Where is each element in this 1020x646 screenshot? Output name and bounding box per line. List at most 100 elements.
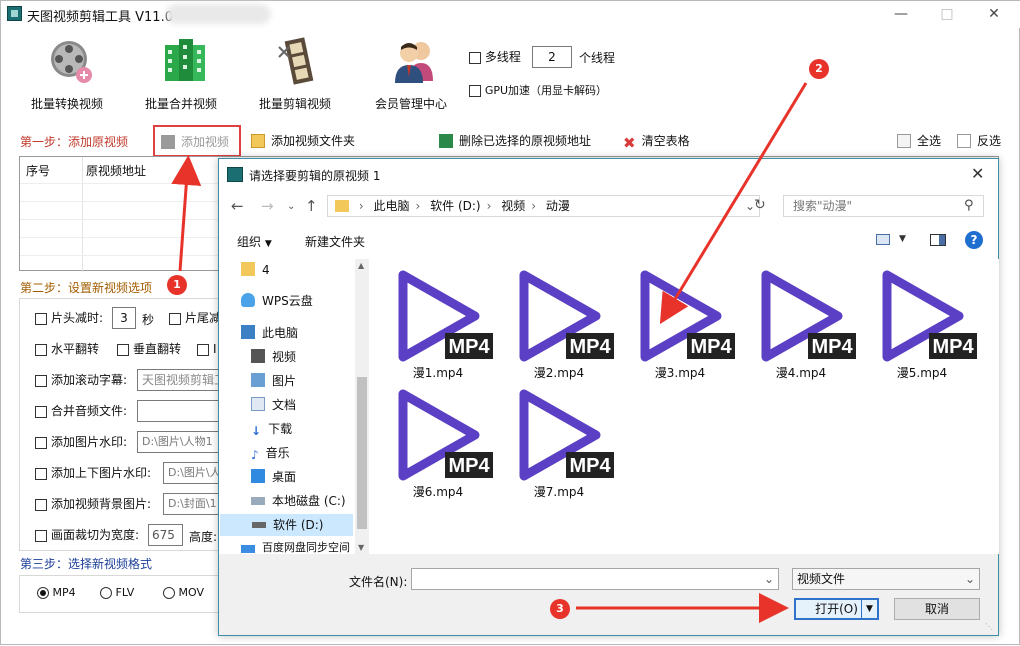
close-button[interactable]: ✕ xyxy=(974,3,1014,25)
subtitle-option[interactable]: 添加滚动字幕: xyxy=(35,369,127,391)
trim-tail-checkbox[interactable] xyxy=(169,312,181,325)
subtitle-input[interactable]: 天图视频剪辑工 xyxy=(137,369,219,391)
file-item[interactable]: MP4 漫5.mp4 xyxy=(867,261,977,380)
breadcrumb-item[interactable]: 软件 (D:) xyxy=(430,199,480,213)
thread-count-input[interactable]: 2 xyxy=(532,46,572,68)
help-icon[interactable]: ? xyxy=(965,231,983,249)
image-watermark-input[interactable]: D:\图片\人物1 xyxy=(137,431,219,453)
file-item[interactable]: MP4 漫4.mp4 xyxy=(746,261,856,380)
file-item[interactable]: MP4 漫3.mp4 xyxy=(625,261,735,380)
trim-head-checkbox[interactable] xyxy=(35,312,47,325)
view-mode-icon[interactable] xyxy=(876,234,890,245)
open-button[interactable]: 打开(O) ▼ xyxy=(794,598,879,620)
nav-item-desktop[interactable]: 桌面 xyxy=(251,466,296,488)
trim-head-input[interactable]: 3 xyxy=(112,307,136,329)
new-folder-button[interactable]: 新建文件夹 xyxy=(305,233,365,250)
topbottom-watermark-checkbox[interactable] xyxy=(35,467,47,480)
crop-option[interactable]: 画面裁切为宽度: xyxy=(35,524,139,546)
subtitle-checkbox[interactable] xyxy=(35,374,47,387)
trim-head-option[interactable]: 片头减时: xyxy=(35,307,103,329)
preview-pane-icon[interactable] xyxy=(930,234,946,246)
third-checkbox[interactable] xyxy=(197,343,209,356)
scroll-up-icon[interactable]: ▲ xyxy=(358,261,364,270)
topbottom-watermark-input[interactable]: D:\图片\人 xyxy=(163,462,219,484)
batch-edit-button[interactable]: 批量剪辑视频 xyxy=(245,37,345,115)
add-folder-button[interactable]: 添加视频文件夹 xyxy=(251,131,355,151)
view-dropdown-icon[interactable]: ▼ xyxy=(899,234,906,244)
clear-table-button[interactable]: ✖ 清空表格 xyxy=(623,131,690,151)
file-item[interactable]: MP4 漫6.mp4 xyxy=(383,380,493,499)
nav-scrollbar[interactable]: ▲ ▼ xyxy=(355,259,369,554)
back-arrow-icon[interactable]: ← xyxy=(231,197,244,215)
file-item[interactable]: MP4 漫7.mp4 xyxy=(504,380,614,499)
member-center-button[interactable]: 会员管理中心 xyxy=(361,37,461,115)
recent-chevron-icon[interactable]: ⌄ xyxy=(287,201,295,212)
format-flv-option[interactable]: FLV xyxy=(100,586,134,599)
cancel-button[interactable]: 取消 xyxy=(894,598,980,620)
dialog-close-button[interactable]: ✕ xyxy=(971,164,984,183)
nav-item-pictures[interactable]: 图片 xyxy=(251,370,296,392)
multithread-checkbox[interactable] xyxy=(469,51,481,64)
batch-merge-button[interactable]: 批量合并视频 xyxy=(131,37,231,115)
nav-item-wps-cloud[interactable]: WPS云盘 xyxy=(241,290,313,312)
merge-audio-input[interactable] xyxy=(137,400,219,422)
format-mov-option[interactable]: MOV xyxy=(163,586,204,599)
refresh-icon[interactable]: ↻ xyxy=(754,197,766,213)
crop-width-input[interactable]: 675 xyxy=(148,524,183,546)
gpu-checkbox[interactable] xyxy=(469,84,481,97)
merge-audio-option[interactable]: 合并音频文件: xyxy=(35,400,127,422)
bg-image-checkbox[interactable] xyxy=(35,498,47,511)
format-mp4-option[interactable]: MP4 xyxy=(37,586,76,599)
nav-item-folder-4[interactable]: 4 xyxy=(241,259,270,281)
multithread-option[interactable]: 多线程 xyxy=(469,47,521,67)
address-bar[interactable]: › 此电脑 › 软件 (D:) › 视频 › 动漫 ⌄ xyxy=(327,195,760,217)
bg-image-input[interactable]: D:\封面\1 xyxy=(163,493,219,515)
third-option[interactable]: I xyxy=(197,338,217,360)
search-input[interactable]: 搜索"动漫" xyxy=(783,195,984,217)
nav-item-documents[interactable]: 文档 xyxy=(251,394,296,416)
resize-grip-icon[interactable]: ⋱ xyxy=(985,622,993,631)
scroll-thumb[interactable] xyxy=(357,377,367,529)
merge-audio-checkbox[interactable] xyxy=(35,405,47,418)
nav-item-drive-c[interactable]: 本地磁盘 (C:) xyxy=(251,490,346,512)
add-video-button[interactable]: 添加视频 xyxy=(153,125,241,157)
image-watermark-option[interactable]: 添加图片水印: xyxy=(35,431,127,453)
invert-select-button[interactable]: 反选 xyxy=(957,131,1001,151)
filename-dropdown-icon[interactable]: ⌄ xyxy=(764,569,774,589)
format-mp4-radio[interactable] xyxy=(37,587,49,599)
breadcrumb-item[interactable]: 动漫 xyxy=(546,199,570,213)
breadcrumb-item[interactable]: 视频 xyxy=(501,199,525,213)
bg-image-option[interactable]: 添加视频背景图片: xyxy=(35,493,151,515)
nav-item-downloads[interactable]: ↓ 下载 xyxy=(251,418,292,440)
nav-item-this-pc[interactable]: 此电脑 xyxy=(241,322,298,344)
up-arrow-icon[interactable]: ↑ xyxy=(305,197,318,215)
select-all-button[interactable]: 全选 xyxy=(897,131,941,151)
image-watermark-checkbox[interactable] xyxy=(35,436,47,449)
hflip-checkbox[interactable] xyxy=(35,343,47,356)
topbottom-watermark-option[interactable]: 添加上下图片水印: xyxy=(35,462,151,484)
file-item[interactable]: MP4 漫2.mp4 xyxy=(504,261,614,380)
delete-selected-button[interactable]: 删除已选择的原视频地址 xyxy=(439,131,591,151)
vflip-checkbox[interactable] xyxy=(117,343,129,356)
trim-tail-option[interactable]: 片尾减 xyxy=(169,307,221,329)
nav-item-drive-d[interactable]: 软件 (D:) xyxy=(220,514,353,536)
scroll-down-icon[interactable]: ▼ xyxy=(358,543,364,552)
crop-checkbox[interactable] xyxy=(35,529,47,542)
vflip-option[interactable]: 垂直翻转 xyxy=(117,338,181,360)
organize-menu[interactable]: 组织 ▼ xyxy=(237,233,272,250)
gpu-option[interactable]: GPU加速（用显卡解码） xyxy=(469,80,607,100)
filetype-select[interactable]: 视频文件 ⌄ xyxy=(792,568,980,590)
open-dropdown-icon[interactable]: ▼ xyxy=(861,600,877,618)
filename-input[interactable]: ⌄ xyxy=(411,568,779,590)
format-flv-radio[interactable] xyxy=(100,587,112,599)
nav-item-videos[interactable]: 视频 xyxy=(251,346,296,368)
batch-convert-button[interactable]: 批量转换视频 xyxy=(17,37,117,115)
minimize-button[interactable]: — xyxy=(881,3,921,25)
nav-item-music[interactable]: ♪ 音乐 xyxy=(251,442,290,464)
breadcrumb-item[interactable]: 此电脑 xyxy=(373,199,409,213)
format-mov-radio[interactable] xyxy=(163,587,175,599)
nav-item-baidu-sync[interactable]: 百度网盘同步空间 xyxy=(241,541,350,554)
maximize-button[interactable]: □ xyxy=(927,3,967,25)
forward-arrow-icon[interactable]: → xyxy=(261,197,274,215)
file-item[interactable]: MP4 漫1.mp4 xyxy=(383,261,493,380)
